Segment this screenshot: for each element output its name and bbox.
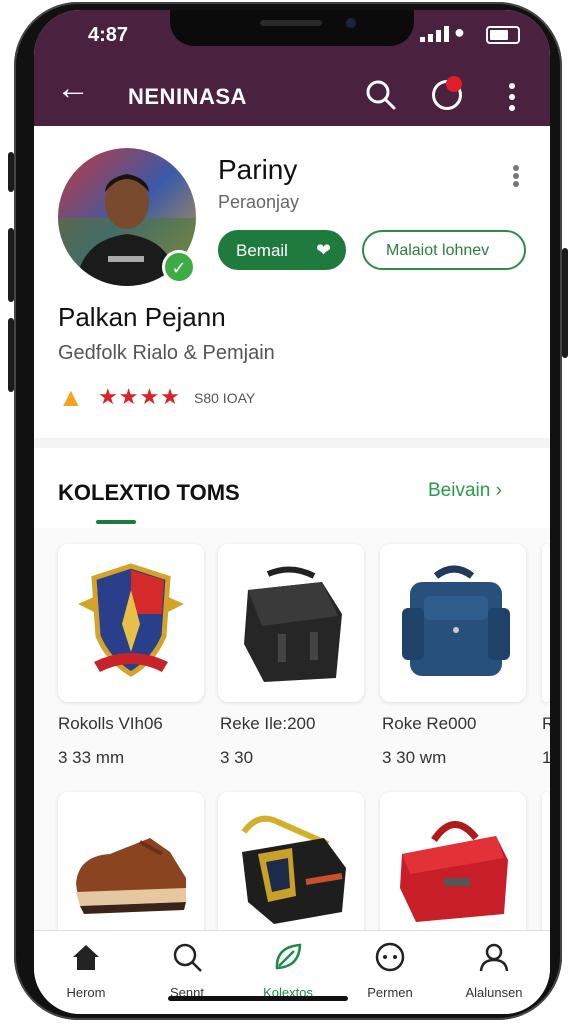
leaf-icon: ❤ [316,240,332,260]
home-icon [73,945,99,970]
item-card-blue-backpack[interactable] [380,544,526,702]
side-button [8,228,14,302]
full-name: Palkan Pejann [58,302,226,332]
side-button [8,152,14,192]
screen: 4:87 ● ← NENINASA ✓ Pariny Peraonjay Bem… [34,10,550,1014]
item-card-red-bag[interactable] [380,792,526,950]
red-bag-icon [400,821,508,922]
profile-name: Pariny [218,154,298,185]
section-title: KOLEXTIO TOMS [58,480,240,505]
view-all-link[interactable]: Beivain › [428,480,502,502]
power-button [562,248,568,358]
back-arrow-icon[interactable]: ← [56,70,90,106]
black-bag-icon [244,566,342,682]
item-card-black-bag[interactable] [218,544,364,702]
item-card-gear-bag[interactable] [218,792,364,950]
item-name: R [542,714,550,733]
nav-messages[interactable]: Permen [340,941,440,1011]
leaf-icon [275,943,302,970]
item-price: 1 [542,748,550,767]
crest-icon [78,563,184,677]
more-vertical-icon[interactable] [508,80,516,114]
section-underline [96,520,136,524]
signal-icon [420,26,449,42]
item-price: 3 30 [220,748,254,767]
shoe-icon [76,838,186,914]
nav-label: Permen [367,985,413,1000]
item-card-shoe[interactable] [58,792,204,950]
item-name: Roke Re000 [382,714,477,733]
item-card-crest[interactable] [58,544,204,702]
follow-button[interactable]: Bemail ❤ [218,230,346,270]
profile-subtitle: Peraonjay [218,192,300,212]
collection-header: KOLEXTIO TOMS Beivain › [34,448,550,528]
profile-icon [479,943,509,972]
speaker [260,20,322,26]
item-name: Rokolls VIh06 [58,714,163,733]
verified-check-icon: ✓ [162,250,196,284]
item-price: 3 30 wm [382,748,447,767]
notification-dot [446,76,462,92]
bio-text: Gedfolk Rialo & Pemjain [58,342,275,364]
nav-home[interactable]: Herom [36,941,136,1011]
app-title: NENINASA [128,84,247,109]
item-card-partial[interactable] [542,792,550,950]
camera [346,18,356,28]
item-price: 3 33 mm [58,748,125,767]
app-bar: ← NENINASA [34,58,550,126]
nav-label: Herom [66,985,106,1000]
search-icon [173,943,202,972]
search-icon[interactable] [364,78,398,112]
nav-label: Alalunsen [465,985,523,1000]
bottom-nav: Herom Sennt Kolextos Permen Alalunsen [34,930,550,1014]
battery-icon [486,26,520,44]
rating-stars: ★★★★ [98,384,181,409]
side-button [8,318,14,392]
message-button[interactable]: Malaiot lohnev [362,230,526,270]
home-indicator [168,996,348,1001]
status-time: 4:87 [88,24,129,46]
more-vertical-icon[interactable] [512,164,520,188]
chat-icon [375,942,405,972]
rating-text: S80 IOAY [194,390,256,406]
collection-grid: Rokolls VIh06 3 33 mm Reke Ile:200 3 30 … [34,528,550,950]
follow-label: Bemail [236,241,288,260]
black-gear-bag-icon [241,815,346,924]
notch [170,10,414,46]
nav-profile[interactable]: Alalunsen [444,941,544,1011]
item-name: Reke Ile:200 [220,714,316,733]
wifi-icon: ● [454,22,465,42]
thumbs-up-icon: ▲ [58,382,84,412]
status-bar: 4:87 ● [34,10,550,58]
profile-card: ✓ Pariny Peraonjay Bemail ❤ Malaiot lohn… [34,126,550,438]
blue-backpack-icon [402,565,510,676]
message-label: Malaiot lohnev [386,242,490,259]
item-card-partial[interactable] [542,544,550,702]
